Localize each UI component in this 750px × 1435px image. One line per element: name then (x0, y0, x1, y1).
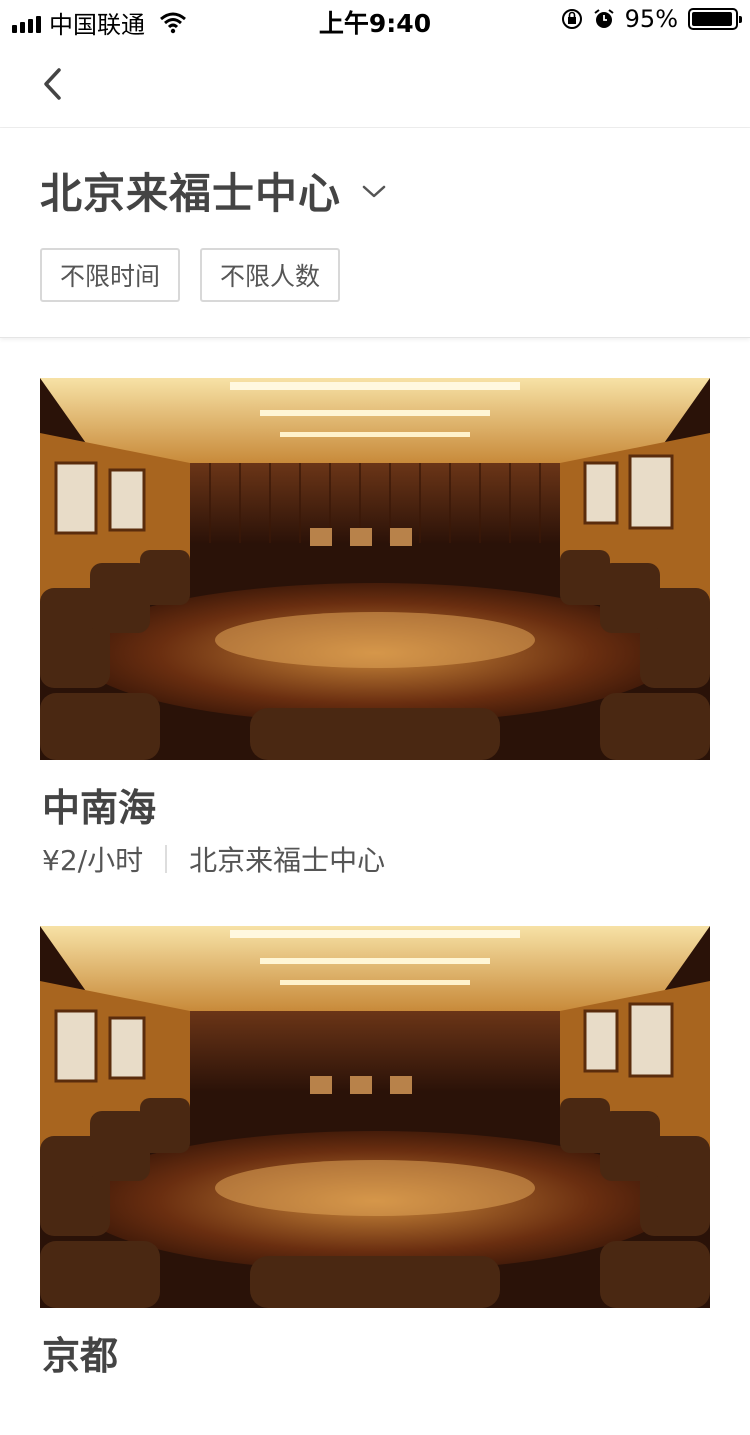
chevron-down-icon (362, 185, 386, 197)
room-photo (40, 926, 710, 1308)
conference-room-image (40, 926, 710, 1308)
battery-icon (688, 8, 742, 30)
room-card[interactable]: 京都 (0, 887, 750, 1435)
room-list: 中南海 ¥2/小时 北京来福士中心 京都 (0, 339, 750, 1435)
chevron-left-icon (44, 68, 61, 100)
room-location: 北京来福士中心 (189, 844, 386, 877)
filter-panel: 北京来福士中心 不限时间 不限人数 (0, 128, 750, 338)
room-card[interactable]: 中南海 ¥2/小时 北京来福士中心 (0, 339, 750, 887)
nav-bar (0, 40, 750, 128)
room-meta: ¥2/小时 北京来福士中心 (42, 839, 385, 879)
status-bar: 中国联通 上午9:40 95% (0, 0, 750, 40)
time-filter-chip[interactable]: 不限时间 (40, 248, 181, 302)
conference-room-image (40, 378, 710, 760)
meta-divider (165, 845, 168, 873)
location-title: 北京来福士中心 (40, 169, 342, 218)
room-price: ¥2/小时 (42, 844, 144, 877)
room-name: 京都 (42, 1334, 119, 1378)
back-button[interactable] (30, 62, 74, 106)
room-photo (40, 378, 710, 760)
orientation-lock-icon (561, 9, 582, 29)
alarm-icon (594, 9, 614, 28)
room-name: 中南海 (42, 786, 157, 830)
capacity-filter-chip[interactable]: 不限人数 (200, 248, 341, 302)
battery-percent: 95% (624, 5, 678, 33)
location-dropdown[interactable]: 北京来福士中心 (40, 160, 387, 221)
